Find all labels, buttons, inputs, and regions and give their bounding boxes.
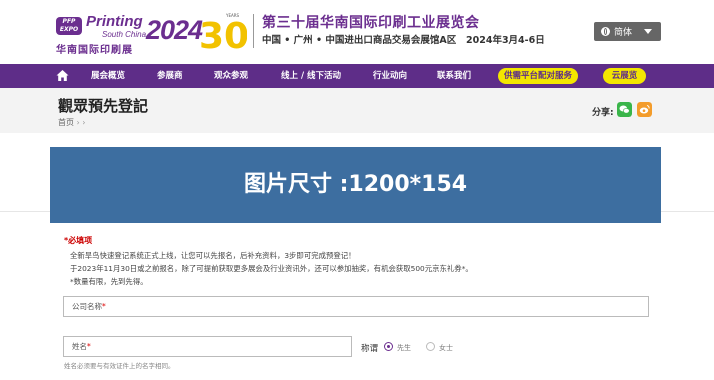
form-note-line-3: *数量有限，先到先得。 <box>70 277 148 286</box>
banner-placeholder: 图片尺寸 :1200*154 <box>50 147 661 223</box>
form-note-line-1: 全新旱鸟快速登记系统正式上线，让您可以先报名，后补充资料，3步即可完成预登记！ <box>70 251 356 260</box>
home-icon[interactable] <box>56 69 69 82</box>
name-field[interactable]: 姓名 * <box>63 336 352 357</box>
badge-line-1: PFP <box>62 18 76 25</box>
salutation-mr-label: 先生 <box>397 344 411 352</box>
breadcrumb-separator: › › <box>76 118 86 127</box>
logo-south-china-text: South China <box>102 30 147 39</box>
salutation-ms-radio[interactable] <box>426 342 435 351</box>
globe-icon <box>601 27 610 36</box>
anniversary-number: 30 <box>199 16 247 54</box>
language-selector[interactable]: 简体 <box>594 22 661 41</box>
weibo-share-icon[interactable] <box>637 102 652 117</box>
30-years-anniversary-logo: 30 YEARS <box>199 13 247 54</box>
required-star: * <box>102 302 106 311</box>
salutation-mr-radio[interactable] <box>384 342 393 351</box>
nav-item-visitors[interactable]: 观众参观 <box>214 64 248 88</box>
nav-matching-service-button[interactable]: 供需平台配对服务 <box>498 68 578 84</box>
nav-item-industry-news[interactable]: 行业动向 <box>373 64 407 88</box>
chevron-down-icon <box>644 29 653 34</box>
nav-cloud-expo-button[interactable]: 云展览 <box>603 68 646 84</box>
required-fields-label: *必填项 <box>64 236 93 245</box>
salutation-ms-label: 女士 <box>439 344 453 352</box>
nav-item-events[interactable]: 线上 / 线下活动 <box>281 64 341 88</box>
company-name-field[interactable]: 公司名称 * <box>63 296 649 317</box>
language-label: 简体 <box>614 28 633 38</box>
form-note-line-2: 于2023年11月30日或之前报名，除了可提前获取更多展会及行业资讯外，还可以参… <box>70 264 473 273</box>
nav-item-overview[interactable]: 展会概览 <box>91 64 125 88</box>
badge-line-2: EXPO <box>59 26 79 33</box>
required-star: * <box>87 342 91 351</box>
name-placeholder: 姓名 <box>72 342 87 351</box>
pfp-expo-badge: PFP EXPO <box>56 17 82 35</box>
nav-item-contact[interactable]: 联系我们 <box>437 64 471 88</box>
breadcrumb-home[interactable]: 首页 <box>58 118 74 127</box>
nav-item-exhibitors[interactable]: 参展商 <box>157 64 183 88</box>
exhibition-dates: 2024年3月4-6日 <box>466 35 545 46</box>
share-label: 分享: <box>592 108 614 118</box>
header-divider <box>253 14 254 48</box>
page-title: 觀眾預先登記 <box>58 97 149 115</box>
company-name-placeholder: 公司名称 <box>72 302 102 311</box>
exhibition-venue: 中国 • 广州 • 中国进出口商品交易会展馆A区 <box>262 35 457 46</box>
logo-year: 2024 <box>146 15 203 45</box>
site-header: PFP EXPO Printing South China 华南国际印刷展 20… <box>0 0 714 64</box>
wechat-share-icon[interactable] <box>617 102 632 117</box>
breadcrumb: 首页 › › <box>58 117 86 128</box>
exhibition-title: 第三十届华南国际印刷工业展览会 <box>262 15 480 31</box>
name-field-hint: 姓名必须要与有效证件上的名字相同。 <box>64 362 175 370</box>
logo-printing-text: Printing <box>86 13 143 30</box>
main-nav: 展会概览 参展商 观众参观 线上 / 线下活动 行业动向 联系我们 供需平台配对… <box>0 64 714 88</box>
salutation-label: 称谓 <box>361 344 379 354</box>
anniversary-years: YEARS <box>225 13 239 18</box>
logo-chinese-name: 华南国际印刷展 <box>56 45 133 56</box>
